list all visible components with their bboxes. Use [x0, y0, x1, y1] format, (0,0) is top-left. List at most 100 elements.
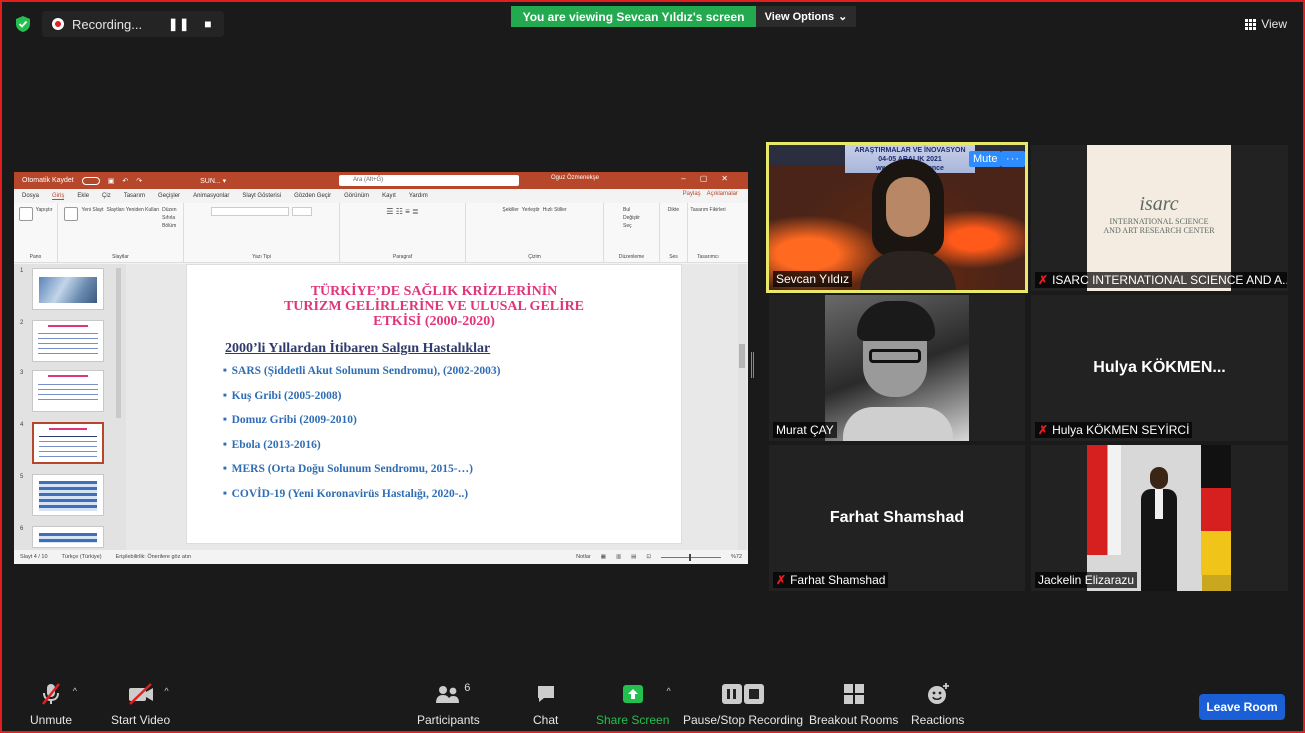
powerpoint-titlebar: Otomatik Kaydet ▣ ↶ ↷ SUN... ▾ Ara (Alt+… — [14, 172, 748, 189]
shield-icon[interactable] — [14, 15, 32, 33]
slide-scrollbar[interactable] — [738, 264, 746, 550]
view-reading-icon[interactable]: ▤ — [631, 554, 636, 560]
tab-animasyonlar[interactable]: Animasyonlar — [193, 193, 229, 199]
zoom-level[interactable]: %72 — [731, 554, 742, 560]
chat-button[interactable]: Chat — [533, 682, 558, 727]
accessibility[interactable]: Erişilebilirlik: Önerilere göz atın — [116, 554, 192, 560]
chevron-up-icon[interactable]: ^ — [73, 686, 77, 696]
tab-tasarim[interactable]: Tasarım — [124, 193, 145, 199]
slide-thumbnail-5[interactable] — [32, 474, 104, 516]
leave-room-button[interactable]: Leave Room — [1199, 694, 1285, 720]
breakout-rooms-icon — [843, 682, 865, 706]
start-video-button[interactable]: ^ Start Video — [111, 682, 170, 727]
tab-kayit[interactable]: Kayıt — [382, 193, 396, 199]
chat-label: Chat — [533, 713, 559, 727]
view-options-button[interactable]: View Options ⌄ — [756, 6, 856, 27]
quick-styles-button[interactable]: Hızlı Stiller — [543, 207, 567, 213]
language[interactable]: Türkçe (Türkiye) — [62, 554, 102, 560]
unmute-button[interactable]: ^ Unmute — [30, 682, 77, 727]
reactions-icon — [926, 682, 950, 706]
current-slide[interactable]: TÜRKİYE’DE SAĞLIK KRİZLERİNİN TURİZM GEL… — [186, 264, 682, 544]
editor-area: 1 2 3 4 5 6 TÜRKİYE’DE SAĞLIK KRİZLERİNİ… — [14, 264, 748, 550]
video-tile-isarc[interactable]: isarc INTERNATIONAL SCIENCE AND ART RESEA… — [1031, 145, 1288, 291]
slide-thumbnail-1[interactable] — [32, 268, 104, 310]
participant-name: Sevcan Yıldız — [773, 271, 853, 287]
slide-thumbnail-3[interactable] — [32, 370, 104, 412]
tab-gozden-gecir[interactable]: Gözden Geçir — [294, 193, 331, 199]
reactions-label: Reactions — [911, 713, 965, 727]
layout-button[interactable]: Düzen — [162, 207, 176, 213]
dictate-button[interactable]: Dikte — [668, 207, 679, 213]
section-button[interactable]: Bölüm — [162, 223, 176, 229]
chevron-up-icon[interactable]: ^ — [164, 686, 168, 696]
window-controls[interactable]: –▢✕ — [681, 174, 742, 183]
bullets-icon[interactable]: ☰ ☷ ≡ ≣ — [386, 207, 418, 216]
tab-giris[interactable]: Giriş — [52, 193, 65, 200]
video-tile-sevcan[interactable]: ARAŞTIRMALAR VE İNOVASYON 04-05 ARALIK 2… — [766, 142, 1028, 293]
split-handle[interactable] — [751, 352, 754, 378]
notes-button[interactable]: Notlar — [576, 554, 591, 560]
arrange-button[interactable]: Yerleştir — [522, 207, 540, 213]
reset-button[interactable]: Sıfırla — [162, 215, 176, 221]
slide-thumbnail-4[interactable] — [32, 422, 104, 464]
bullet-item: MERS (Orta Doğu Solunum Sendromu, 2015-…… — [223, 463, 500, 488]
view-sorter-icon[interactable]: ▥ — [616, 554, 621, 560]
user-name[interactable]: Oguz Özmenekşe — [551, 175, 599, 181]
new-slide-icon[interactable] — [64, 207, 79, 221]
tab-gorunum[interactable]: Görünüm — [344, 193, 369, 199]
more-options-button[interactable]: ··· — [1001, 151, 1025, 167]
shared-screen[interactable]: Otomatik Kaydet ▣ ↶ ↷ SUN... ▾ Ara (Alt+… — [14, 172, 748, 564]
font-name-field[interactable] — [211, 207, 289, 216]
tab-yardim[interactable]: Yardım — [409, 193, 428, 199]
slide-thumbnail-6[interactable] — [32, 526, 104, 548]
video-tile-farhat[interactable]: Farhat Shamshad ✗ Farhat Shamshad — [769, 445, 1025, 591]
reuse-slides-label[interactable]: Slaytları Yeniden Kullan — [107, 207, 160, 213]
pause-stop-recording-button[interactable]: Pause/Stop Recording — [683, 682, 803, 727]
search-input[interactable]: Ara (Alt+Ğ) — [339, 175, 519, 186]
find-button[interactable]: Bul — [623, 207, 630, 213]
save-icon[interactable]: ▣ — [108, 177, 115, 185]
view-button[interactable]: View — [1245, 17, 1287, 31]
comments-button[interactable]: Açıklamalar — [707, 191, 738, 197]
breakout-rooms-button[interactable]: Breakout Rooms — [809, 682, 898, 727]
tab-gecisler[interactable]: Geçişler — [158, 193, 180, 199]
shapes-button[interactable]: Şekiller — [502, 207, 518, 213]
mute-button[interactable]: Mute — [969, 151, 1002, 167]
slideshow-icon[interactable]: ⊡ — [646, 554, 651, 560]
pause-recording-icon[interactable]: ❚❚ — [168, 17, 190, 31]
ribbon-group-label: Paragraf — [392, 254, 413, 260]
stop-recording-icon[interactable]: ■ — [204, 17, 212, 31]
file-name[interactable]: SUN... ▾ — [200, 177, 226, 185]
ribbon-group-label: Yazı Tipi — [252, 254, 271, 260]
new-slide-label[interactable]: Yeni Slayt — [81, 207, 103, 213]
select-button[interactable]: Seç — [623, 223, 632, 229]
chevron-up-icon[interactable]: ^ — [666, 686, 670, 696]
autosave-toggle[interactable] — [81, 176, 100, 185]
share-button[interactable]: Paylaş — [683, 191, 701, 197]
video-tile-jackelin[interactable]: Jackelin Elizarazu — [1031, 445, 1288, 591]
font-size-field[interactable] — [292, 207, 312, 216]
share-screen-button[interactable]: ^ Share Screen — [596, 682, 671, 727]
replace-button[interactable]: Değiştir — [623, 215, 640, 221]
thumb-number: 5 — [20, 474, 24, 480]
tab-ciz[interactable]: Çiz — [102, 193, 111, 199]
video-tile-hulya[interactable]: Hulya KÖKMEN... ✗ Hulya KÖKMEN SEYİRCİ — [1031, 295, 1288, 441]
participants-icon: 6 — [435, 682, 470, 706]
view-normal-icon[interactable]: ▦ — [601, 554, 606, 560]
slide-thumbnail-2[interactable] — [32, 320, 104, 362]
unmute-label: Unmute — [30, 713, 73, 727]
designer-button[interactable]: Tasarım Fikirleri — [690, 207, 725, 213]
paste-icon[interactable] — [18, 207, 33, 221]
tab-slayt-gosterisi[interactable]: Slayt Gösterisi — [242, 193, 281, 199]
redo-icon[interactable]: ↷ — [136, 177, 142, 185]
undo-icon[interactable]: ↶ — [122, 177, 128, 185]
slide-bullets: SARS (Şiddetli Akut Solunum Sendromu), (… — [223, 365, 501, 513]
video-tile-murat[interactable]: Murat ÇAY — [769, 295, 1025, 441]
zoom-slider[interactable] — [660, 553, 721, 561]
tab-dosya[interactable]: Dosya — [22, 193, 39, 199]
reactions-button[interactable]: Reactions — [911, 682, 964, 727]
tab-ekle[interactable]: Ekle — [77, 193, 89, 199]
participants-button[interactable]: 6 Participants — [417, 682, 480, 727]
thumbnail-scrollbar[interactable] — [116, 268, 121, 418]
thumb-number: 6 — [20, 526, 24, 532]
